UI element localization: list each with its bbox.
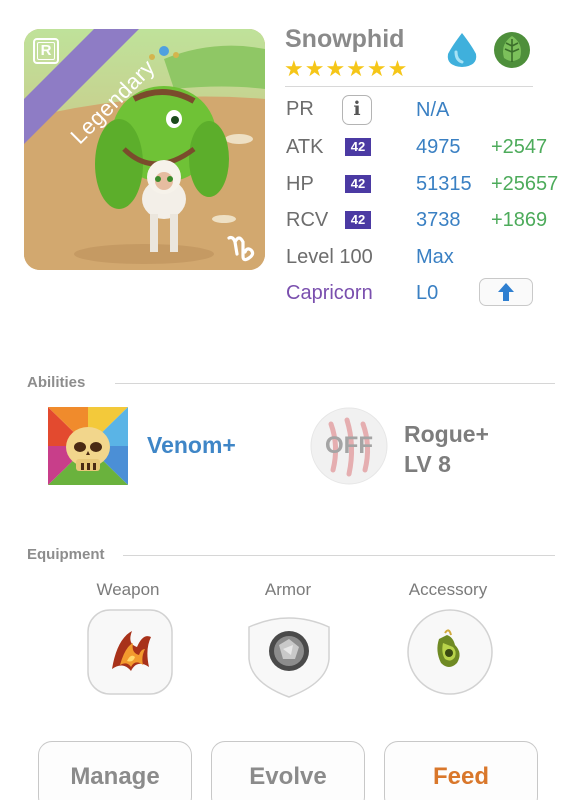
- constellation-value: L0: [416, 282, 439, 304]
- rcv-label: RCV: [286, 209, 329, 231]
- manage-button[interactable]: Manage: [38, 741, 192, 800]
- skull-icon: [48, 407, 128, 485]
- ability-rogue-level: LV 8: [404, 451, 451, 477]
- atk-bonus: +2547: [491, 136, 548, 158]
- atk-badge: 42: [345, 138, 371, 156]
- ability-rogue[interactable]: OFF: [309, 406, 389, 486]
- ability-rogue-name: Rogue+: [404, 421, 489, 447]
- armor-slot[interactable]: [247, 609, 331, 699]
- pr-value: N/A: [416, 99, 450, 121]
- weapon-label: Weapon: [96, 580, 160, 599]
- atk-label: ATK: [286, 136, 324, 158]
- constellation-upgrade-button[interactable]: [479, 278, 533, 306]
- ability-venom[interactable]: [48, 407, 128, 485]
- pr-label: PR: [286, 98, 314, 120]
- accessory-slot[interactable]: [407, 609, 493, 695]
- monster-name: Snowphid: [285, 25, 405, 53]
- level-value: Max: [416, 246, 454, 268]
- leaf-icon: [494, 32, 530, 68]
- hp-label: HP: [286, 173, 314, 195]
- weapon-slot[interactable]: [87, 609, 173, 695]
- equipment-title: Equipment: [27, 546, 105, 563]
- accessory-label: Accessory: [408, 580, 488, 599]
- water-drop-icon: [447, 33, 477, 67]
- constellation-label: Capricorn: [286, 282, 373, 304]
- hp-bonus: +25657: [491, 173, 559, 195]
- equipment-divider: [123, 555, 555, 556]
- rcv-badge: 42: [345, 211, 371, 229]
- name-divider: [285, 86, 533, 87]
- ability-off-status: OFF: [325, 432, 373, 459]
- stone-orb-icon: [269, 631, 309, 671]
- rcv-bonus: +1869: [491, 209, 548, 231]
- hp-badge: 42: [345, 175, 371, 193]
- abilities-title: Abilities: [27, 374, 86, 391]
- hp-value: 51315: [416, 173, 472, 195]
- feed-button[interactable]: Feed: [384, 741, 538, 800]
- rarity-r-icon: R: [33, 38, 59, 64]
- abilities-divider: [115, 383, 555, 384]
- evolve-button[interactable]: Evolve: [211, 741, 365, 800]
- info-icon[interactable]: i: [342, 95, 372, 125]
- monster-portrait[interactable]: R Legendary: [24, 29, 265, 270]
- level-label: Level 100: [286, 246, 373, 268]
- rcv-value: 3738: [416, 209, 461, 231]
- star-rating: ★★★★★★: [284, 56, 409, 81]
- arrow-up-icon: [498, 283, 514, 301]
- capricorn-sign-icon: [227, 235, 255, 262]
- ability-venom-name: Venom+: [147, 432, 236, 458]
- armor-label: Armor: [264, 580, 312, 599]
- atk-value: 4975: [416, 136, 461, 158]
